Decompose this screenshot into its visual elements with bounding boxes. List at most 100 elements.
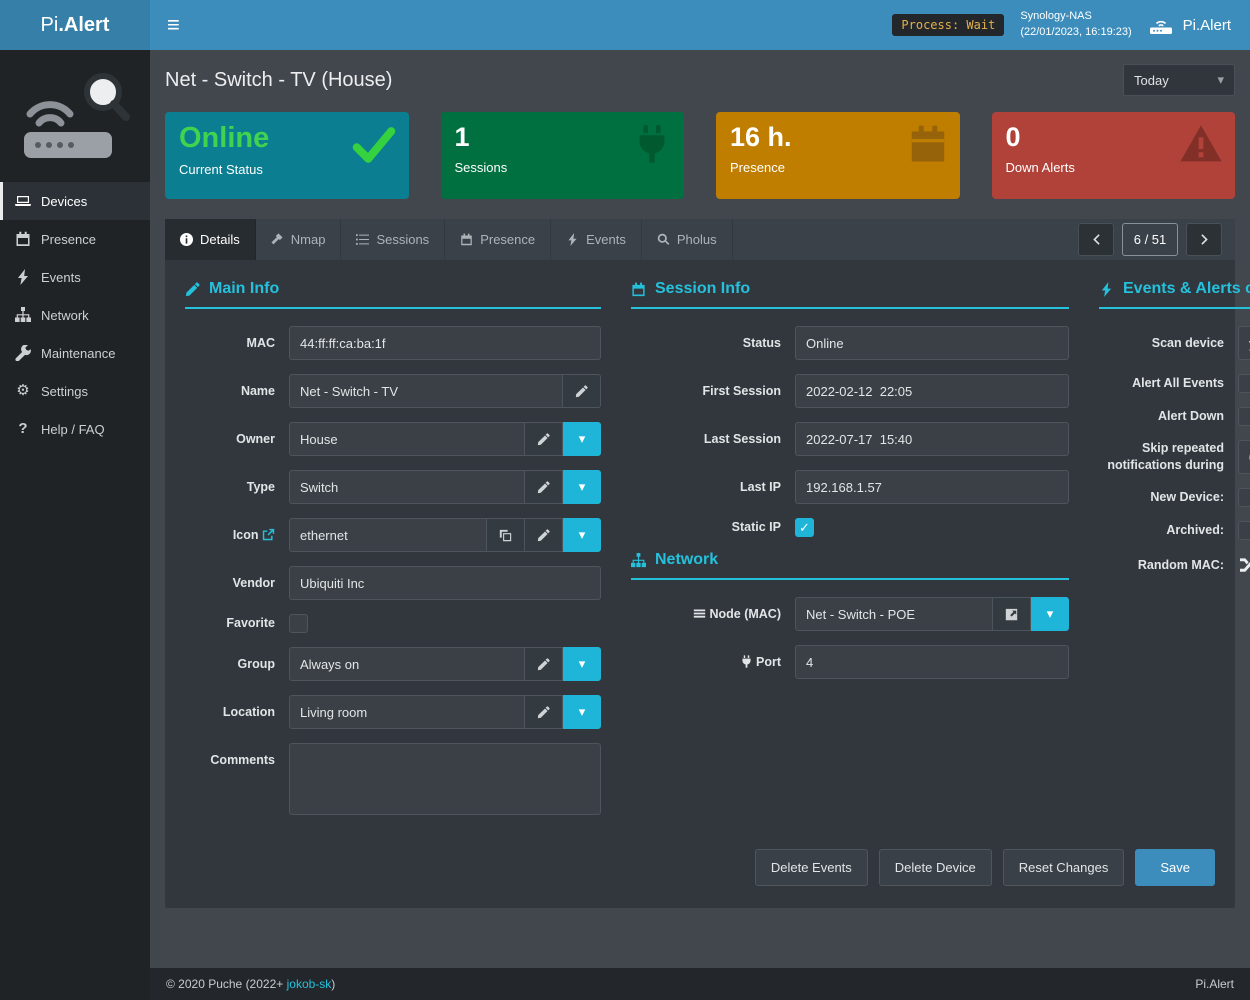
archived-label: Archived: (1099, 522, 1224, 539)
tab-nmap[interactable]: Nmap (256, 219, 342, 260)
last-ip-input[interactable] (795, 470, 1069, 504)
alert-down-checkbox[interactable] (1238, 407, 1250, 426)
edit-group-button[interactable] (525, 647, 563, 681)
vendor-input[interactable] (289, 566, 601, 600)
calendar-icon (15, 231, 31, 247)
sidebar-item-presence[interactable]: Presence (0, 220, 150, 258)
card-current-status: Online Current Status (165, 112, 409, 199)
node-mac-input[interactable] (795, 597, 993, 631)
sidebar-item-events[interactable]: Events (0, 258, 150, 296)
sidebar-item-settings[interactable]: ⚙ Settings (0, 372, 150, 410)
static-ip-checkbox[interactable]: ✓ (795, 518, 814, 537)
caret-down-icon: ▾ (579, 431, 586, 447)
router-logo-image (16, 66, 134, 166)
tab-sessions[interactable]: Sessions (341, 219, 445, 260)
next-device-button[interactable] (1186, 223, 1222, 256)
name-input[interactable] (289, 374, 563, 408)
status-label: Status (631, 335, 781, 352)
prev-device-button[interactable] (1078, 223, 1114, 256)
tab-bar: Details Nmap Sessions Presence Events Ph… (165, 219, 1235, 260)
main-content: Net - Switch - TV (House) Today ▾ Online… (150, 50, 1250, 968)
tab-details[interactable]: Details (165, 219, 256, 260)
skip-notifications-select[interactable]: 0 h (notify all event (1238, 440, 1250, 474)
open-node-button[interactable] (993, 597, 1031, 631)
owner-label: Owner (185, 431, 275, 448)
alert-all-events-label: Alert All Events (1099, 375, 1224, 392)
delete-device-button[interactable]: Delete Device (879, 849, 992, 886)
sidebar-item-maintenance[interactable]: Maintenance (0, 334, 150, 372)
group-dropdown-button[interactable]: ▾ (563, 647, 601, 681)
period-value: Today (1134, 73, 1169, 88)
sidebar-item-help[interactable]: ? Help / FAQ (0, 410, 150, 448)
save-button[interactable]: Save (1135, 849, 1215, 886)
sidebar-toggle-icon[interactable]: ≡ (167, 14, 180, 36)
tab-pholus[interactable]: Pholus (642, 219, 733, 260)
port-input[interactable] (795, 645, 1069, 679)
jokob-sk-link[interactable]: jokob-sk (287, 977, 332, 991)
tab-events[interactable]: Events (551, 219, 642, 260)
topbar-brand-link[interactable]: Pi.Alert (1148, 15, 1231, 35)
archived-checkbox[interactable] (1238, 521, 1250, 540)
bars-icon (693, 607, 706, 620)
reset-changes-button[interactable]: Reset Changes (1003, 849, 1125, 886)
edit-type-button[interactable] (525, 470, 563, 504)
caret-down-icon: ▾ (1047, 606, 1054, 622)
edit-icon-button[interactable] (525, 518, 563, 552)
status-input[interactable] (795, 326, 1069, 360)
owner-dropdown-button[interactable]: ▾ (563, 422, 601, 456)
edit-name-button[interactable] (563, 374, 601, 408)
type-input[interactable] (289, 470, 525, 504)
topbar-brand-label: Pi.Alert (1183, 17, 1231, 34)
node-dropdown-button[interactable]: ▾ (1031, 597, 1069, 631)
scan-device-select[interactable]: yes (1238, 326, 1250, 360)
type-dropdown-button[interactable]: ▾ (563, 470, 601, 504)
caret-down-icon: ▾ (579, 656, 586, 672)
device-pager: 6 / 51 (1078, 219, 1235, 260)
location-input[interactable] (289, 695, 525, 729)
location-dropdown-button[interactable]: ▾ (563, 695, 601, 729)
mac-input[interactable] (289, 326, 601, 360)
session-info-section: Session Info Status First Session Last S… (631, 280, 1069, 829)
pager-position: 6 / 51 (1122, 223, 1178, 256)
first-session-input[interactable] (795, 374, 1069, 408)
copy-icon-button[interactable] (487, 518, 525, 552)
icon-input[interactable] (289, 518, 487, 552)
brand-text: Pi.Alert (41, 14, 110, 37)
new-device-checkbox[interactable] (1238, 488, 1250, 507)
group-input[interactable] (289, 647, 525, 681)
mac-label: MAC (185, 335, 275, 352)
tab-presence[interactable]: Presence (445, 219, 551, 260)
comments-textarea[interactable] (289, 743, 601, 815)
random-mac-label: Random MAC: (1099, 557, 1224, 574)
alerts-config-section: Events & Alerts config Scan device yes ▾… (1099, 280, 1250, 829)
main-info-section: Main Info MAC Name Owner (185, 280, 601, 829)
app-logo[interactable]: Pi.Alert (0, 0, 150, 50)
favorite-checkbox[interactable] (289, 614, 308, 633)
sitemap-icon (631, 553, 646, 568)
edit-location-button[interactable] (525, 695, 563, 729)
edit-owner-button[interactable] (525, 422, 563, 456)
footer: © 2020 Puche (2022+ jokob-sk) Pi.Alert (150, 968, 1250, 1000)
last-session-input[interactable] (795, 422, 1069, 456)
warning-icon (1179, 124, 1223, 164)
shuffle-icon[interactable] (1238, 554, 1250, 576)
card-sessions: 1 Sessions (441, 112, 685, 199)
calendar-icon (631, 282, 646, 297)
external-link-icon[interactable] (262, 528, 275, 541)
owner-input[interactable] (289, 422, 525, 456)
sidebar-item-label: Events (41, 270, 81, 285)
delete-events-button[interactable]: Delete Events (755, 849, 868, 886)
sidebar-item-network[interactable]: Network (0, 296, 150, 334)
caret-down-icon: ▾ (579, 479, 586, 495)
comments-label: Comments (185, 743, 275, 769)
period-selector[interactable]: Today ▾ (1123, 64, 1235, 96)
footer-brand: Pi.Alert (1195, 977, 1234, 991)
bolt-icon (15, 269, 31, 285)
plug-icon (632, 124, 672, 164)
icon-dropdown-button[interactable]: ▾ (563, 518, 601, 552)
sidebar-item-devices[interactable]: Devices (0, 182, 150, 220)
pencil-icon (537, 481, 550, 494)
alert-all-events-checkbox[interactable] (1238, 374, 1250, 393)
pencil-icon (537, 706, 550, 719)
info-circle-icon (180, 233, 193, 246)
